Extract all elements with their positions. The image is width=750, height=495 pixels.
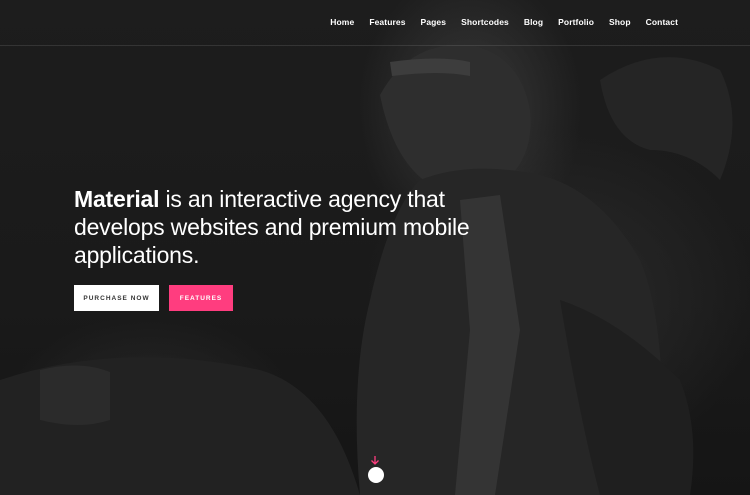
arrow-down-icon[interactable] [370,456,380,466]
top-navigation: Home Features Pages Shortcodes Blog Port… [0,0,750,46]
nav-item-contact[interactable]: Contact [646,17,678,27]
features-button[interactable]: FEATURES [169,285,233,311]
nav-item-blog[interactable]: Blog [524,17,543,27]
nav-item-pages[interactable]: Pages [421,17,447,27]
nav-item-shortcodes[interactable]: Shortcodes [461,17,509,27]
nav-menu: Home Features Pages Shortcodes Blog Port… [315,17,678,27]
purchase-now-button[interactable]: PURCHASE NOW [74,285,159,311]
scroll-down-button[interactable] [368,467,384,483]
hero-headline: Material is an interactive agency that d… [74,185,494,269]
nav-item-features[interactable]: Features [369,17,405,27]
nav-item-home[interactable]: Home [330,17,354,27]
headline-brand: Material [74,186,160,212]
nav-item-shop[interactable]: Shop [609,17,631,27]
nav-item-portfolio[interactable]: Portfolio [558,17,594,27]
